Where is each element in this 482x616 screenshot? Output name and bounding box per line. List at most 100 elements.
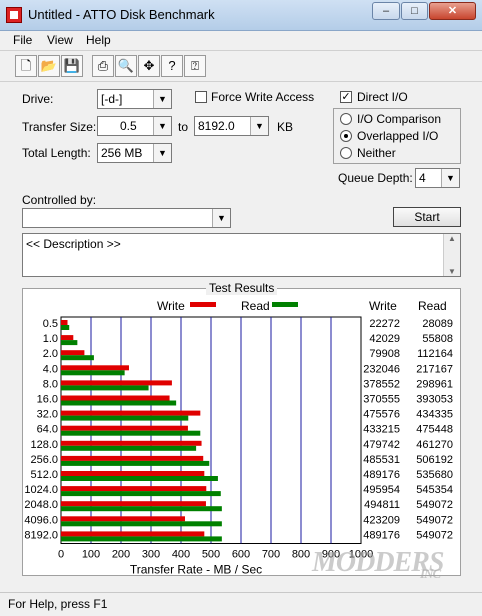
transfer-to-value: 8192.0 (198, 119, 235, 133)
queue-depth-label: Queue Depth: (338, 171, 413, 185)
write-bar (61, 350, 85, 356)
queue-depth-select[interactable]: 4 ▼ (415, 168, 460, 188)
open-icon[interactable]: 📂 (38, 55, 60, 77)
y-tick-label: 16.0 (37, 394, 58, 406)
minimize-button[interactable]: – (372, 2, 400, 20)
io-comparison-radio[interactable] (340, 113, 352, 125)
transfer-from-value: 0.5 (120, 119, 137, 133)
force-write-checkbox[interactable] (195, 91, 207, 103)
neither-label: Neither (357, 146, 396, 160)
x-tick-label: 300 (142, 549, 160, 561)
move-icon[interactable]: ✥ (138, 55, 160, 77)
legend-read-label: Read (241, 299, 270, 313)
y-tick-label: 2048.0 (24, 499, 58, 511)
close-button[interactable]: ✕ (429, 2, 476, 20)
y-tick-label: 32.0 (37, 409, 58, 421)
read-value: 545354 (416, 484, 453, 496)
help-icon[interactable]: ? (161, 55, 183, 77)
new-icon[interactable]: 🗋 (15, 55, 37, 77)
read-value: 549072 (416, 529, 453, 541)
read-bar (61, 506, 222, 512)
drive-select[interactable]: [-d-] ▼ (97, 89, 172, 109)
total-length-value: 256 MB (101, 146, 143, 160)
status-bar: For Help, press F1 (0, 592, 482, 616)
controlled-by-select[interactable]: ▼ (22, 208, 231, 228)
read-value: 549072 (416, 499, 453, 511)
to-label: to (178, 120, 189, 134)
write-bar (61, 516, 185, 522)
x-tick-label: 700 (262, 549, 280, 561)
start-button[interactable]: Start (393, 207, 461, 227)
force-write-label: Force Write Access (211, 90, 315, 104)
save-icon[interactable]: 💾 (61, 55, 83, 77)
print-preview-icon[interactable]: 🔍 (115, 55, 137, 77)
write-value: 489176 (363, 529, 400, 541)
direct-io-checkbox[interactable]: ✓ (340, 91, 352, 103)
neither-radio[interactable] (340, 147, 352, 159)
x-tick-label: 400 (172, 549, 190, 561)
column-header-write: Write (369, 299, 397, 313)
menu-help[interactable]: Help (86, 33, 111, 47)
read-bar (61, 460, 210, 466)
write-value: 489176 (363, 469, 400, 481)
chevron-down-icon: ▼ (250, 117, 268, 135)
read-bar (61, 400, 177, 406)
read-bar (61, 491, 221, 497)
read-bar (61, 385, 149, 391)
description-field[interactable]: << Description >> ▲ ▼ (22, 233, 461, 277)
write-bar (61, 531, 205, 537)
menu-file[interactable]: File (13, 33, 32, 47)
x-tick-label: 200 (112, 549, 130, 561)
write-bar (61, 395, 170, 401)
y-tick-label: 128.0 (30, 439, 58, 451)
kb-label: KB (277, 120, 294, 134)
write-bar (61, 486, 207, 492)
y-tick-label: 1.0 (43, 333, 58, 345)
write-value: 423209 (363, 514, 400, 526)
x-tick-label: 0 (58, 549, 64, 561)
overlapped-io-radio[interactable] (340, 130, 352, 142)
chevron-down-icon: ▼ (212, 209, 230, 227)
toolbar: 🗋 📂 💾 ⎙ 🔍 ✥ ? ⍰ (0, 50, 482, 82)
y-tick-label: 256.0 (30, 454, 58, 466)
maximize-button[interactable]: □ (401, 2, 428, 20)
y-tick-label: 64.0 (37, 424, 58, 436)
context-help-icon[interactable]: ⍰ (184, 55, 206, 77)
read-value: 506192 (416, 454, 453, 466)
chevron-down-icon: ▼ (153, 144, 171, 162)
read-bar (61, 476, 218, 481)
legend-read-swatch (272, 302, 298, 307)
write-bar (61, 425, 188, 431)
read-value: 535680 (416, 469, 453, 481)
watermark-inc: INC (420, 566, 441, 581)
read-bar (61, 536, 222, 542)
read-value: 461270 (416, 439, 453, 451)
read-value: 55808 (422, 333, 453, 345)
read-value: 549072 (416, 514, 453, 526)
x-tick-label: 800 (292, 549, 310, 561)
description-scrollbar[interactable]: ▲ ▼ (443, 234, 460, 276)
total-length-label: Total Length: (22, 146, 91, 160)
read-value: 217167 (416, 363, 453, 375)
write-value: 370555 (363, 394, 400, 406)
write-value: 495954 (363, 484, 400, 496)
write-bar (61, 471, 205, 476)
scroll-down-icon: ▼ (448, 267, 456, 276)
total-length-select[interactable]: 256 MB ▼ (97, 143, 172, 163)
legend-write-swatch (190, 302, 216, 307)
description-text: << Description >> (26, 237, 121, 251)
print-icon[interactable]: ⎙ (92, 55, 114, 77)
y-tick-label: 512.0 (30, 469, 58, 481)
read-bar (61, 340, 78, 346)
title-bar: Untitled - ATTO Disk Benchmark – □ ✕ (0, 0, 482, 31)
transfer-to-select[interactable]: 8192.0 ▼ (194, 116, 269, 136)
drive-label: Drive: (22, 92, 54, 106)
read-bar (61, 355, 94, 361)
menu-view[interactable]: View (47, 33, 73, 47)
transfer-from-select[interactable]: 0.5 ▼ (97, 116, 172, 136)
write-value: 433215 (363, 424, 400, 436)
queue-depth-value: 4 (419, 171, 426, 185)
scroll-up-icon: ▲ (448, 234, 456, 243)
test-results-panel: Write Read Write Read 0 100 200 300 400 500 600 700… (22, 288, 461, 576)
window-title: Untitled - ATTO Disk Benchmark (28, 7, 215, 22)
